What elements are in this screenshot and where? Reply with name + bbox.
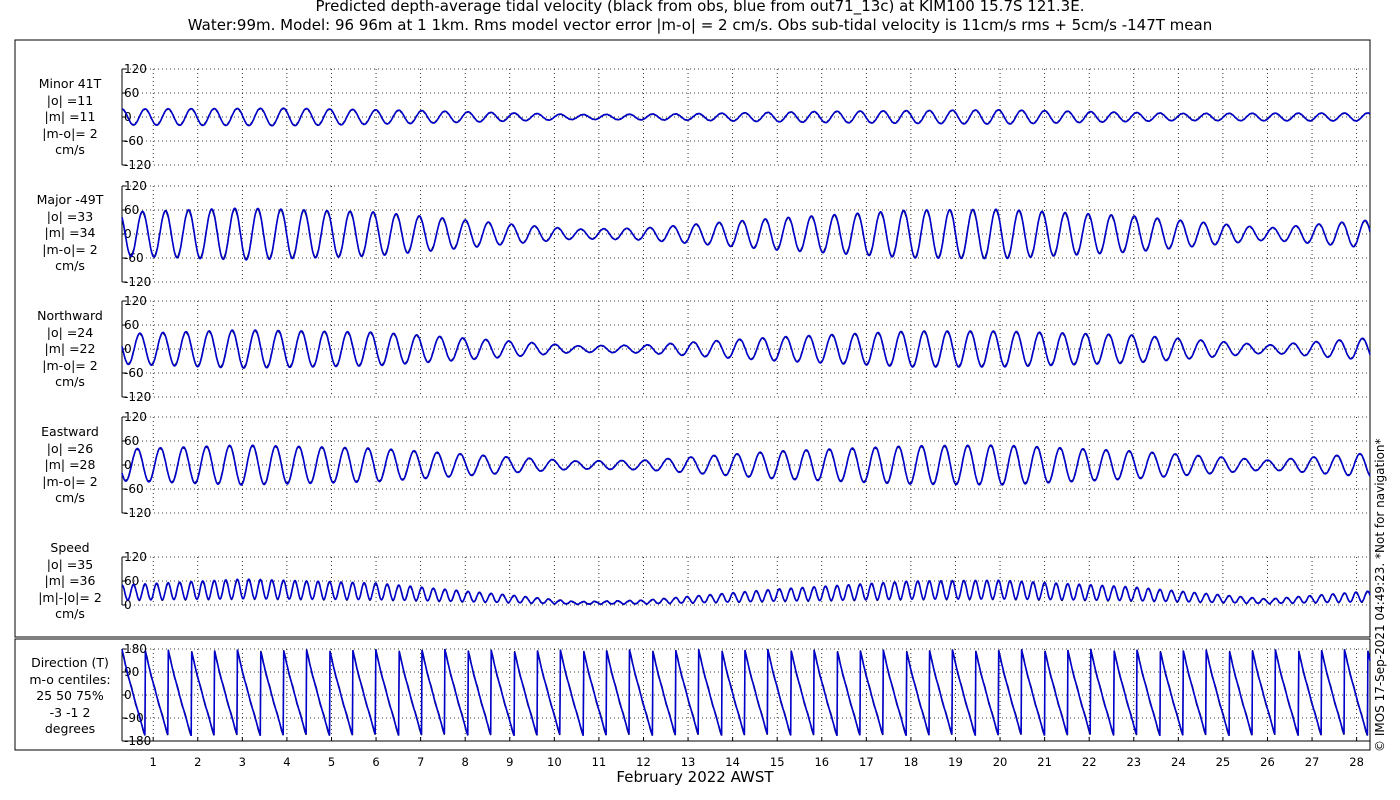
label-line: cm/s bbox=[55, 142, 85, 157]
label-line: |m|-|o|= 2 bbox=[38, 589, 102, 605]
y-tick-label: 0 bbox=[124, 688, 132, 702]
chart-plot-area: -120-60060120-120-60060120-120-60060120-… bbox=[14, 39, 1371, 769]
y-tick-label: -120 bbox=[124, 275, 151, 289]
x-tick-label: 18 bbox=[904, 755, 919, 769]
y-tick-label: 60 bbox=[124, 86, 139, 100]
model-series-line bbox=[121, 648, 1371, 737]
y-tick-label: -120 bbox=[124, 390, 151, 404]
label-line: |o| =11 bbox=[46, 92, 94, 108]
panel-label-direction: Direction (T) m-o centiles: 25 50 75% -3… bbox=[15, 655, 125, 738]
label-line: Eastward bbox=[41, 424, 99, 439]
x-tick-label: 9 bbox=[506, 755, 513, 769]
x-tick-label: 21 bbox=[1037, 755, 1052, 769]
x-tick-label: 8 bbox=[462, 755, 469, 769]
x-tick-label: 24 bbox=[1171, 755, 1186, 769]
y-tick-label: 60 bbox=[124, 203, 139, 217]
x-tick-label: 5 bbox=[328, 755, 335, 769]
x-tick-label: 3 bbox=[239, 755, 246, 769]
x-tick-label: 4 bbox=[283, 755, 290, 769]
y-tick-label: -60 bbox=[124, 482, 144, 496]
y-tick-label: -60 bbox=[124, 251, 144, 265]
x-tick-label: 6 bbox=[372, 755, 379, 769]
label-line: |m-o|= 2 bbox=[42, 357, 98, 373]
y-tick-label: 180 bbox=[124, 642, 147, 656]
x-tick-label: 7 bbox=[417, 755, 424, 769]
y-tick-label: 60 bbox=[124, 434, 139, 448]
panel-label-eastward: Eastward |o| =26 |m| =28 |m-o|= 2 cm/s bbox=[15, 424, 125, 507]
panel-label-speed: Speed |o| =35 |m| =36 |m|-|o|= 2 cm/s bbox=[15, 540, 125, 623]
label-line: |o| =33 bbox=[46, 208, 94, 224]
x-tick-label: 19 bbox=[948, 755, 963, 769]
y-tick-label: -120 bbox=[124, 506, 151, 520]
lower-frame bbox=[14, 638, 1371, 751]
x-tick-label: 25 bbox=[1216, 755, 1231, 769]
label-line: Speed bbox=[50, 540, 90, 555]
y-tick-label: 60 bbox=[124, 318, 139, 332]
label-line: -3 -1 2 bbox=[49, 704, 91, 720]
label-line: |m| =36 bbox=[44, 573, 96, 588]
label-line: cm/s bbox=[55, 258, 85, 273]
label-line: degrees bbox=[44, 721, 96, 736]
x-tick-label: 13 bbox=[681, 755, 696, 769]
x-tick-label: 10 bbox=[547, 755, 562, 769]
y-tick-label: -60 bbox=[124, 134, 144, 148]
label-line: Northward bbox=[37, 308, 103, 323]
label-line: |m| =11 bbox=[44, 109, 96, 124]
y-tick-label: 120 bbox=[124, 410, 147, 424]
x-tick-label: 16 bbox=[814, 755, 829, 769]
y-tick-label: -120 bbox=[124, 158, 151, 172]
label-line: cm/s bbox=[55, 606, 85, 621]
y-tick-label: 120 bbox=[124, 550, 147, 564]
x-tick-label: 1 bbox=[150, 755, 157, 769]
label-line: Direction (T) bbox=[31, 655, 109, 670]
label-line: cm/s bbox=[55, 374, 85, 389]
x-tick-label: 26 bbox=[1260, 755, 1275, 769]
label-line: Major -49T bbox=[36, 192, 104, 207]
y-tick-label: 0 bbox=[124, 342, 132, 356]
label-line: 25 50 75% bbox=[36, 688, 104, 703]
x-tick-label: 20 bbox=[993, 755, 1008, 769]
x-tick-label: 22 bbox=[1082, 755, 1097, 769]
x-tick-label: 28 bbox=[1349, 755, 1364, 769]
x-tick-label: 14 bbox=[725, 755, 740, 769]
model-series-line bbox=[121, 578, 1371, 606]
x-tick-label: 11 bbox=[592, 755, 607, 769]
label-line: m-o centiles: bbox=[29, 671, 111, 687]
y-tick-label: 120 bbox=[124, 294, 147, 308]
upper-frame bbox=[14, 39, 1371, 638]
panel-label-minor: Minor 41T |o| =11 |m| =11 |m-o|= 2 cm/s bbox=[15, 76, 125, 159]
x-axis-label: February 2022 AWST bbox=[616, 768, 774, 786]
label-line: |m| =34 bbox=[44, 225, 96, 240]
label-line: |m| =22 bbox=[44, 341, 96, 356]
x-tick-label: 15 bbox=[770, 755, 785, 769]
label-line: |m-o|= 2 bbox=[42, 125, 98, 141]
label-line: |m| =28 bbox=[44, 457, 96, 472]
x-tick-label: 27 bbox=[1305, 755, 1320, 769]
x-tick-label: 12 bbox=[636, 755, 651, 769]
panel-label-major: Major -49T |o| =33 |m| =34 |m-o|= 2 cm/s bbox=[15, 192, 125, 275]
y-tick-label: 120 bbox=[124, 62, 147, 76]
label-line: |o| =35 bbox=[46, 556, 94, 572]
credit-text: © IMOS 17-Sep-2021 04:49:23. *Not for na… bbox=[1373, 438, 1387, 752]
x-tick-label: 2 bbox=[194, 755, 201, 769]
panel-label-northward: Northward |o| =24 |m| =22 |m-o|= 2 cm/s bbox=[15, 308, 125, 391]
label-line: cm/s bbox=[55, 490, 85, 505]
figure: Predicted depth-average tidal velocity (… bbox=[0, 0, 1400, 800]
label-line: |o| =26 bbox=[46, 440, 94, 456]
label-line: |o| =24 bbox=[46, 324, 94, 340]
label-line: Minor 41T bbox=[38, 76, 102, 91]
y-tick-label: 120 bbox=[124, 179, 147, 193]
x-tick-label: 23 bbox=[1126, 755, 1141, 769]
label-line: |m-o|= 2 bbox=[42, 241, 98, 257]
y-tick-label: -60 bbox=[124, 366, 144, 380]
x-tick-label: 17 bbox=[859, 755, 874, 769]
label-line: |m-o|= 2 bbox=[42, 473, 98, 489]
